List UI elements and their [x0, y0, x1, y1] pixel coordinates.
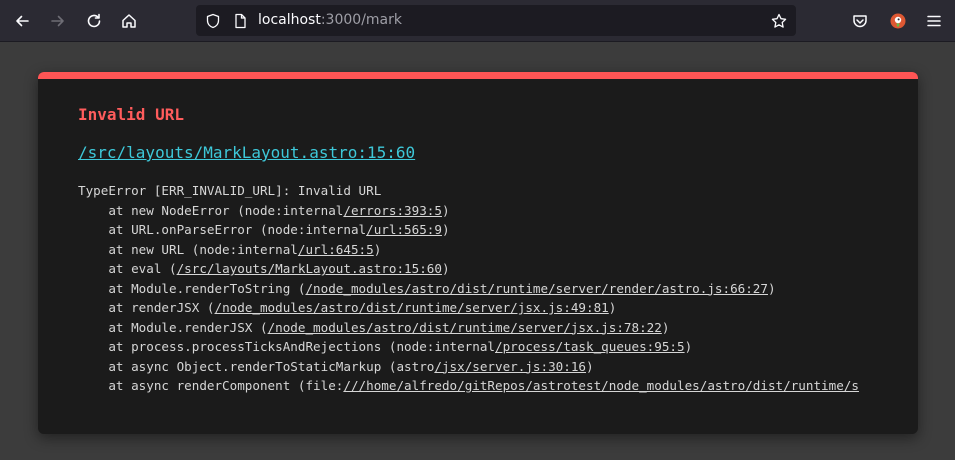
shield-icon[interactable] — [204, 12, 221, 29]
page-icon[interactable] — [231, 12, 248, 29]
stack-trace-line: at process.processTicksAndRejections (no… — [78, 337, 878, 357]
stack-trace-line: at Module.renderToString (/node_modules/… — [78, 279, 878, 299]
stack-trace-text: at process.processTicksAndRejections (no… — [78, 339, 496, 354]
stack-trace-text: at Module.renderJSX ( — [78, 319, 268, 335]
stack-trace-text: at Module.renderToString ( — [78, 280, 306, 296]
stack-trace-text: ) — [441, 261, 450, 276]
reload-icon — [87, 13, 101, 28]
stack-trace-text: at new NodeError (node:internal — [78, 202, 344, 218]
error-file-link[interactable]: /src/layouts/MarkLayout.astro:15:60 — [78, 143, 415, 162]
url-host: localhost — [258, 12, 321, 28]
arrow-right-icon — [51, 15, 64, 27]
pocket-button[interactable] — [846, 7, 874, 35]
stack-trace-text: at async renderComponent (file: — [78, 378, 344, 393]
stack-trace-link[interactable]: /process/task_queues:95:5 — [495, 339, 685, 354]
stack-trace-text: at async Object.renderToStaticMarkup (as… — [78, 358, 435, 374]
stack-trace-text: ) — [767, 280, 776, 296]
stack-trace-text: ) — [608, 300, 617, 315]
forward-button[interactable] — [44, 7, 72, 35]
stack-trace-line: at async Object.renderToStaticMarkup (as… — [78, 357, 878, 377]
stack-trace-link[interactable]: /src/layouts/MarkLayout.astro:15:60 — [177, 261, 442, 276]
stack-trace-text: at new URL (node:internal — [78, 241, 298, 257]
stack-trace-text: TypeError [ERR_INVALID_URL]: Invalid URL — [78, 183, 382, 198]
stack-trace: TypeError [ERR_INVALID_URL]: Invalid URL… — [78, 181, 878, 396]
browser-toolbar: localhost:3000/mark — [0, 0, 955, 42]
arrow-left-icon — [16, 15, 29, 27]
stack-trace-text: at URL.onParseError (node:internal — [78, 222, 367, 237]
page-content: Invalid URL /src/layouts/MarkLayout.astr… — [0, 42, 955, 460]
url-text[interactable]: localhost:3000/mark — [258, 5, 402, 36]
url-path: :3000/mark — [320, 12, 402, 28]
stack-trace-link[interactable]: /node_modules/astro/dist/runtime/server/… — [268, 320, 662, 335]
stack-trace-line: at URL.onParseError (node:internal/url:5… — [78, 220, 878, 240]
stack-trace-text: ) — [373, 241, 382, 257]
stack-trace-line: at new NodeError (node:internal/errors:3… — [78, 201, 878, 221]
home-button[interactable] — [115, 7, 143, 35]
stack-trace-line: at new URL (node:internal/url:645:5) — [78, 240, 878, 260]
pocket-icon — [853, 15, 867, 28]
bookmark-star-icon[interactable] — [770, 12, 787, 29]
stack-trace-text: ) — [661, 319, 670, 335]
duckduckgo-icon — [890, 13, 906, 29]
address-bar[interactable]: localhost:3000/mark — [196, 5, 796, 36]
stack-trace-link[interactable]: /errors:393:5 — [343, 203, 442, 218]
stack-trace-link[interactable]: /node_modules/astro/dist/runtime/server/… — [214, 300, 608, 315]
extension-button[interactable] — [884, 7, 912, 35]
stack-trace-text: ) — [684, 339, 693, 354]
stack-trace-line: at eval (/src/layouts/MarkLayout.astro:1… — [78, 259, 878, 279]
back-button[interactable] — [8, 7, 36, 35]
stack-trace-link[interactable]: ///home/alfredo/gitRepos/astrotest/node_… — [343, 378, 859, 393]
stack-trace-line: at renderJSX (/node_modules/astro/dist/r… — [78, 298, 878, 318]
stack-trace-text: ) — [586, 358, 594, 374]
error-overlay: Invalid URL /src/layouts/MarkLayout.astr… — [38, 72, 918, 434]
stack-trace-line: at Module.renderJSX (/node_modules/astro… — [78, 318, 878, 338]
stack-trace-text: at renderJSX ( — [78, 300, 215, 315]
stack-trace-link[interactable]: /url:645:5 — [298, 242, 374, 257]
hamburger-menu-icon — [927, 15, 941, 27]
stack-trace-text: ) — [441, 202, 450, 218]
stack-trace-link[interactable]: /jsx/server.js:30:16 — [434, 359, 586, 374]
stack-trace-link[interactable]: /node_modules/astro/dist/runtime/server/… — [305, 281, 768, 296]
error-title: Invalid URL — [78, 105, 184, 124]
stack-trace-text: at eval ( — [78, 261, 177, 276]
menu-button[interactable] — [920, 7, 948, 35]
stack-trace-line: TypeError [ERR_INVALID_URL]: Invalid URL — [78, 181, 878, 201]
error-accent-bar — [38, 72, 918, 79]
reload-button[interactable] — [80, 7, 108, 35]
home-icon — [122, 14, 136, 28]
stack-trace-line: at async renderComponent (file:///home/a… — [78, 376, 878, 396]
stack-trace-link[interactable]: /url:565:9 — [366, 222, 442, 237]
stack-trace-text: ) — [441, 222, 450, 237]
